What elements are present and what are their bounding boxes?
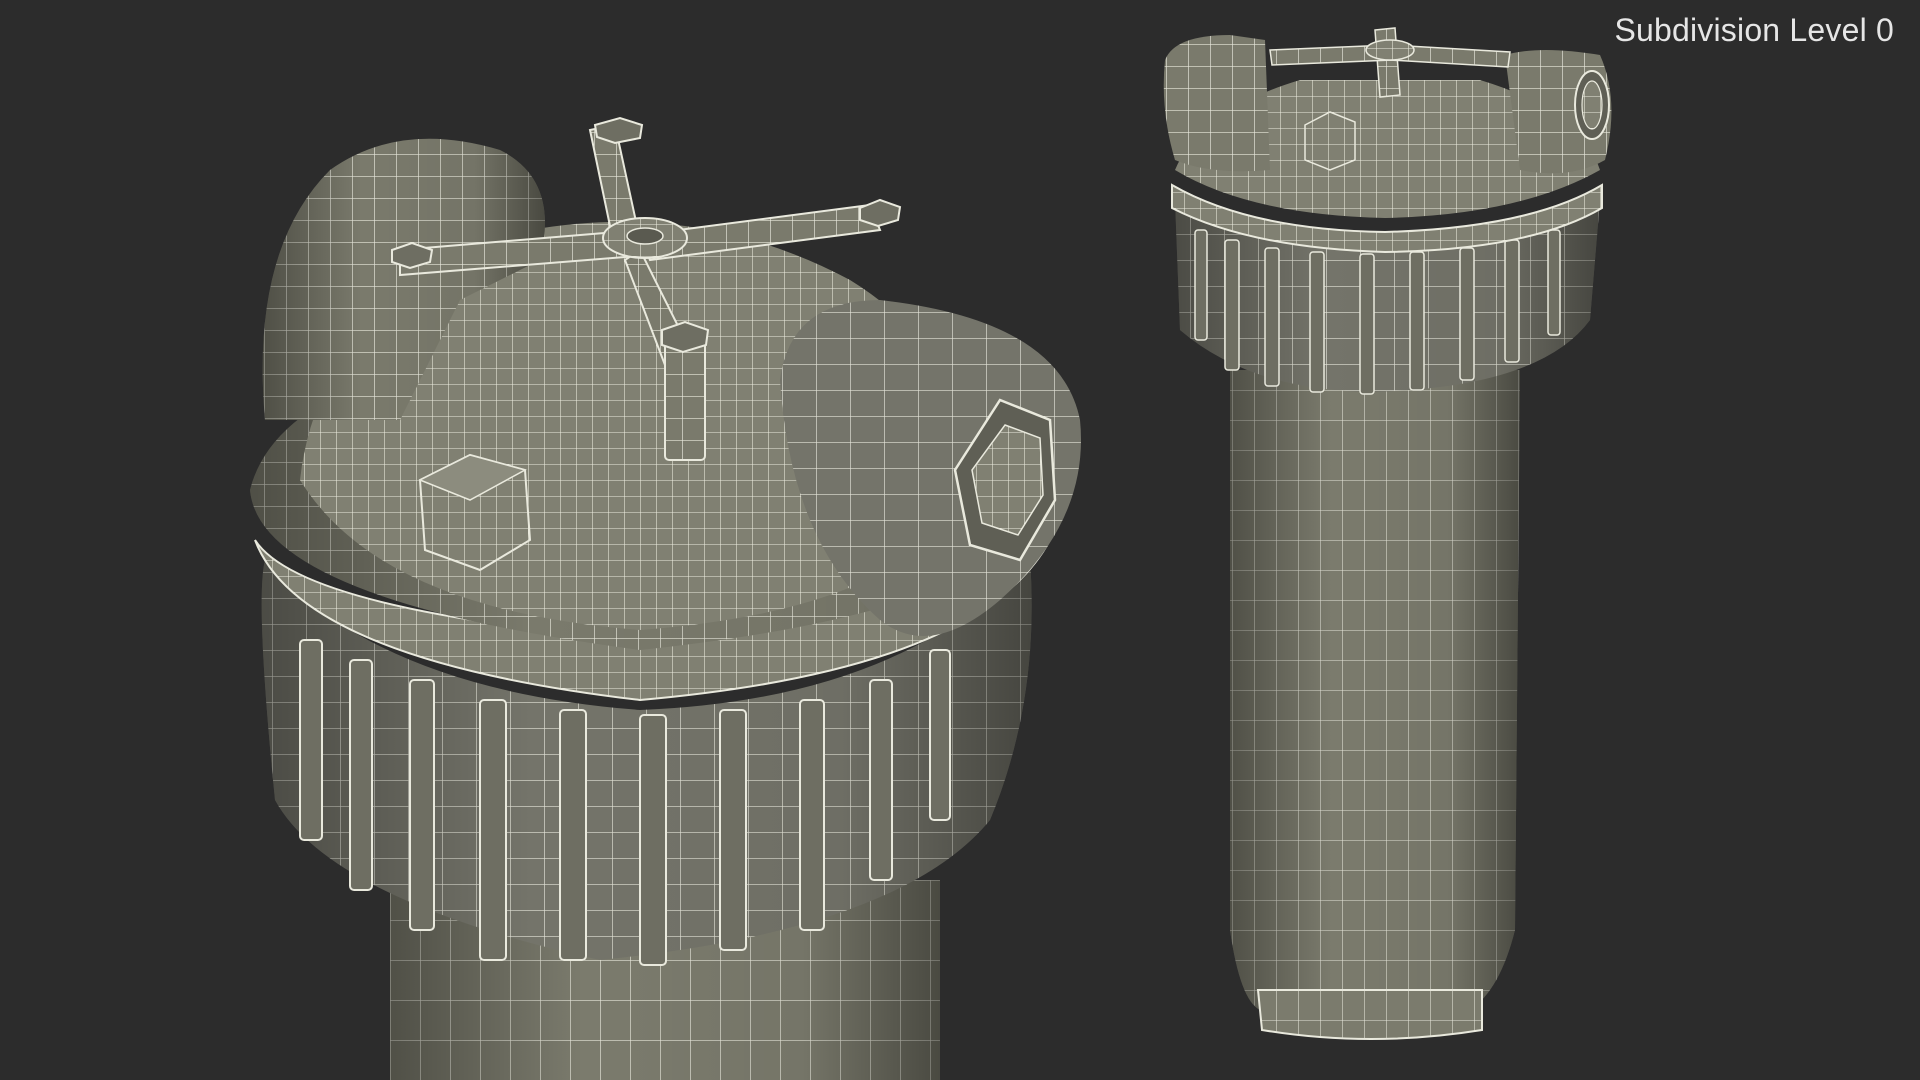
subdivision-level-label: Subdivision Level 0 <box>1614 12 1894 48</box>
filter-housing-closeup <box>250 116 1081 1080</box>
render-view <box>250 27 1612 1080</box>
3d-viewport[interactable]: Subdivision Level 0 <box>0 0 1920 1080</box>
filter-housing-full <box>1163 27 1612 1040</box>
